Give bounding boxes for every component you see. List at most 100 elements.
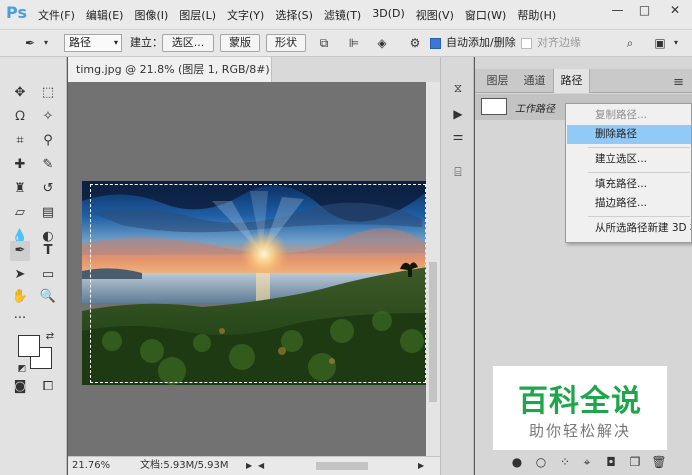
path-alignment-icon[interactable]: ⊫ bbox=[346, 35, 362, 51]
path-operations-icon[interactable]: ⧉ bbox=[316, 35, 332, 51]
chevron-down-icon: ▾ bbox=[113, 38, 118, 47]
lasso-tool-icon[interactable]: ᘯ bbox=[10, 107, 30, 127]
history-panel-icon[interactable]: ⧖ bbox=[449, 79, 467, 97]
marquee-tool-icon[interactable]: ⬚ bbox=[38, 83, 58, 103]
stroke-path-icon[interactable]: ○ bbox=[533, 454, 549, 470]
menu-item-new-3d-from-path[interactable]: 从所选路径新建 3D 模型 bbox=[567, 219, 691, 238]
eyedropper-tool-icon[interactable]: ⚲ bbox=[38, 131, 58, 151]
trash-icon[interactable]: 🗑 bbox=[651, 454, 667, 470]
chevron-down-icon[interactable]: ▾ bbox=[668, 35, 684, 51]
make-mask-button[interactable]: 蒙版 bbox=[220, 34, 260, 52]
watermark-subtitle: 助你轻松解决 bbox=[528, 422, 631, 440]
workspace-icon[interactable]: ▣ bbox=[652, 35, 668, 51]
menu-separator bbox=[588, 216, 690, 217]
make-label: 建立： bbox=[130, 36, 163, 49]
menu-item-delete-path[interactable]: 删除路径 bbox=[567, 125, 691, 144]
rectangle-tool-icon[interactable]: ▭ bbox=[38, 265, 58, 285]
menu-item-make-selection[interactable]: 建立选区... bbox=[567, 150, 691, 169]
menu-help[interactable]: 帮助(H) bbox=[517, 7, 556, 23]
zoom-tool-icon[interactable]: 🔍 bbox=[38, 287, 58, 307]
pen-tool-icon[interactable]: ✒ bbox=[10, 241, 30, 261]
tab-layers[interactable]: 图层 bbox=[479, 69, 516, 93]
fill-path-icon[interactable]: ● bbox=[509, 454, 525, 470]
collapsed-panel-dock: ⧖ ▶ ⚌ ⌸ bbox=[440, 57, 474, 475]
chevron-down-icon[interactable]: ▾ bbox=[38, 35, 54, 51]
gradient-tool-icon[interactable]: ▤ bbox=[38, 203, 58, 223]
tab-paths[interactable]: 路径 bbox=[553, 69, 590, 93]
brush-tool-icon[interactable]: ✎ bbox=[38, 155, 58, 175]
new-path-icon[interactable]: ❐ bbox=[627, 454, 643, 470]
menu-window[interactable]: 窗口(W) bbox=[465, 7, 506, 23]
load-selection-icon[interactable]: ⁘ bbox=[557, 454, 573, 470]
search-icon[interactable]: ⌕ bbox=[622, 35, 638, 51]
menu-item-duplicate-path[interactable]: 复制路径... bbox=[567, 106, 691, 125]
align-edges-checkbox[interactable] bbox=[521, 38, 532, 49]
path-item-label: 工作路径 bbox=[515, 104, 555, 115]
auto-add-delete-checkbox[interactable] bbox=[430, 38, 441, 49]
make-work-path-icon[interactable]: ⌖ bbox=[579, 454, 595, 470]
vertical-scroll-thumb[interactable] bbox=[429, 262, 437, 402]
type-tool-icon[interactable]: T bbox=[38, 241, 58, 261]
panel-tabs: 图层 通道 路径 ≡ bbox=[475, 69, 692, 93]
menu-edit[interactable]: 编辑(E) bbox=[86, 7, 124, 23]
tab-channels[interactable]: 通道 bbox=[516, 69, 553, 93]
default-colors-icon[interactable]: ◩ bbox=[12, 359, 32, 379]
menu-file[interactable]: 文件(F) bbox=[38, 7, 75, 23]
paragraph-panel-icon[interactable]: ⌸ bbox=[449, 163, 467, 181]
pen-tool-preset-icon[interactable]: ✒ bbox=[22, 35, 38, 51]
align-edges-label: 对齐边缘 bbox=[537, 36, 581, 49]
actions-panel-icon[interactable]: ▶ bbox=[449, 105, 467, 123]
menu-bar: Ps 文件(F) 编辑(E) 图像(I) 图层(L) 文字(Y) 选择(S) 滤… bbox=[0, 0, 692, 30]
make-selection-button[interactable]: 选区... bbox=[162, 34, 214, 52]
menu-item-stroke-path[interactable]: 描边路径... bbox=[567, 194, 691, 213]
close-button[interactable]: ✕ bbox=[658, 0, 692, 22]
menu-separator bbox=[588, 172, 690, 173]
menu-3d[interactable]: 3D(D) bbox=[372, 7, 405, 23]
minimize-button[interactable]: — bbox=[604, 0, 631, 22]
magic-wand-tool-icon[interactable]: ✧ bbox=[38, 107, 58, 127]
more-tools-icon[interactable]: ··· bbox=[10, 309, 30, 329]
scroll-right-icon[interactable]: ▶ bbox=[418, 457, 424, 475]
vertical-scrollbar[interactable] bbox=[426, 82, 440, 456]
menu-type[interactable]: 文字(Y) bbox=[227, 7, 264, 23]
move-tool-icon[interactable]: ✥ bbox=[10, 83, 30, 103]
path-arrangement-icon[interactable]: ◈ bbox=[374, 35, 390, 51]
zoom-level[interactable]: 21.76% bbox=[72, 457, 110, 475]
document-tab[interactable]: timg.jpg @ 21.8% (图层 1, RGB/8#) * ✕ bbox=[68, 57, 294, 82]
foreground-color-swatch[interactable] bbox=[18, 335, 40, 357]
add-mask-icon[interactable]: ◘ bbox=[603, 454, 619, 470]
crop-tool-icon[interactable]: ⌗ bbox=[10, 131, 30, 151]
window-controls: — □ ✕ bbox=[604, 0, 692, 22]
photoshop-window: Ps 文件(F) 编辑(E) 图像(I) 图层(L) 文字(Y) 选择(S) 滤… bbox=[0, 0, 692, 475]
properties-panel-icon[interactable]: ⚌ bbox=[449, 127, 467, 145]
eraser-tool-icon[interactable]: ▱ bbox=[10, 203, 30, 223]
maximize-button[interactable]: □ bbox=[631, 0, 658, 22]
menu-view[interactable]: 视图(V) bbox=[416, 7, 454, 23]
document-title: timg.jpg @ 21.8% (图层 1, RGB/8#) * bbox=[76, 63, 279, 76]
path-selection-tool-icon[interactable]: ➤ bbox=[10, 265, 30, 285]
menu-select[interactable]: 选择(S) bbox=[275, 7, 313, 23]
hand-tool-icon[interactable]: ✋ bbox=[10, 287, 30, 307]
healing-brush-tool-icon[interactable]: ✚ bbox=[10, 155, 30, 175]
menu-layer[interactable]: 图层(L) bbox=[179, 7, 216, 23]
screen-mode-icon[interactable]: ⧠ bbox=[38, 377, 58, 397]
scroll-left-icon[interactable]: ◀ bbox=[258, 457, 264, 475]
menu-separator bbox=[588, 147, 690, 148]
quick-mask-icon[interactable]: ◙ bbox=[10, 377, 30, 397]
path-thumbnail bbox=[481, 98, 507, 115]
auto-add-delete-label: 自动添加/删除 bbox=[446, 36, 516, 49]
horizontal-scroll-thumb[interactable] bbox=[316, 462, 368, 470]
path-outline bbox=[90, 184, 426, 383]
tool-mode-select[interactable]: 路径 ▾ bbox=[64, 34, 122, 52]
make-shape-button[interactable]: 形状 bbox=[266, 34, 306, 52]
menu-item-fill-path[interactable]: 填充路径... bbox=[567, 175, 691, 194]
clone-stamp-tool-icon[interactable]: ♜ bbox=[10, 179, 30, 199]
menu-filter[interactable]: 滤镜(T) bbox=[324, 7, 361, 23]
panel-menu-icon[interactable]: ≡ bbox=[673, 75, 684, 90]
watermark: 百科全说 助你轻松解决 bbox=[493, 366, 667, 450]
history-brush-tool-icon[interactable]: ↺ bbox=[38, 179, 58, 199]
menu-image[interactable]: 图像(I) bbox=[134, 7, 168, 23]
gear-icon[interactable]: ⚙ bbox=[407, 35, 423, 51]
swap-colors-icon[interactable]: ⇄ bbox=[40, 327, 60, 347]
expand-status-icon[interactable]: ▶ bbox=[246, 457, 252, 475]
